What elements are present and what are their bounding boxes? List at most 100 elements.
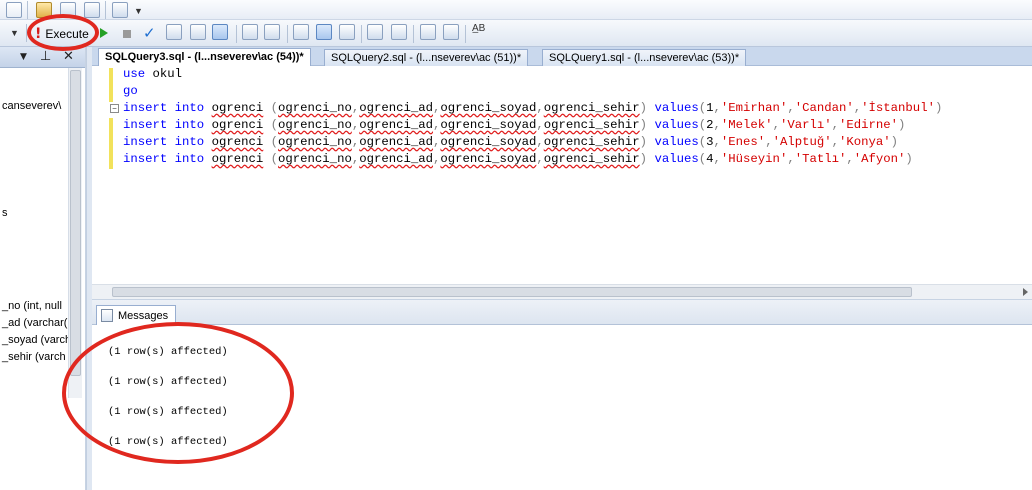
annotation-ring-messages bbox=[62, 322, 294, 464]
standard-toolbar: ▼ bbox=[0, 0, 1032, 20]
pin-icon[interactable]: ⊥ bbox=[40, 49, 51, 64]
keyword: values bbox=[654, 118, 699, 132]
include-actual-plan-icon[interactable] bbox=[242, 24, 258, 40]
increase-indent-icon[interactable] bbox=[443, 24, 459, 40]
query-options-icon[interactable] bbox=[190, 24, 206, 40]
tree-node-column-sehir[interactable]: _sehir (varch bbox=[2, 351, 66, 363]
results-to-grid-icon[interactable] bbox=[316, 24, 332, 40]
code-line: use okul bbox=[123, 66, 182, 83]
activity-monitor-icon[interactable] bbox=[112, 2, 128, 18]
table-name: ogrenci bbox=[211, 101, 264, 115]
column-name: ogrenci_ad bbox=[359, 135, 434, 149]
new-query-icon[interactable] bbox=[6, 2, 22, 18]
modified-lines-bar bbox=[109, 68, 113, 102]
toolbar-separator bbox=[361, 25, 362, 43]
database-dropdown-icon[interactable]: ▼ bbox=[10, 28, 19, 38]
keyword: into bbox=[174, 152, 205, 166]
uncomment-lines-icon[interactable] bbox=[391, 24, 407, 40]
string-literal: 'Konya' bbox=[839, 135, 891, 149]
keyword: insert bbox=[123, 101, 168, 115]
keyword: into bbox=[174, 101, 205, 115]
keyword: go bbox=[123, 84, 138, 98]
tab-sqlquery1[interactable]: SQLQuery1.sql - (l...nseverev\ac (53))* bbox=[542, 49, 747, 66]
toolbar-separator bbox=[465, 25, 466, 43]
intellisense-icon[interactable] bbox=[212, 24, 228, 40]
number-literal: 2 bbox=[706, 118, 714, 132]
specify-template-values-icon[interactable]: A̲B bbox=[472, 23, 485, 34]
code-line: insert into ogrenci (ogrenci_no,ogrenci_… bbox=[123, 101, 943, 115]
scroll-right-icon[interactable] bbox=[1023, 288, 1028, 296]
string-literal: 'Hüseyin' bbox=[720, 152, 788, 166]
table-name: ogrenci bbox=[211, 152, 264, 166]
table-name: ogrenci bbox=[211, 118, 264, 132]
tree-node-server[interactable]: canseverev\ bbox=[2, 100, 61, 112]
decrease-indent-icon[interactable] bbox=[420, 24, 436, 40]
string-literal: 'Varlı' bbox=[779, 118, 832, 132]
client-statistics-icon[interactable] bbox=[264, 24, 280, 40]
parse-check-icon[interactable]: ✓ bbox=[143, 24, 156, 42]
panel-menu-dropdown-icon[interactable]: ▼ bbox=[20, 52, 27, 62]
tab-sqlquery3[interactable]: SQLQuery3.sql - (l...nseverev\ac (54))* bbox=[98, 48, 311, 66]
query-editor[interactable]: − use okul go insert into ogrenci (ogren… bbox=[92, 66, 1032, 286]
number-literal: 3 bbox=[706, 135, 714, 149]
string-literal: 'Enes' bbox=[720, 135, 766, 149]
cancel-query-icon[interactable] bbox=[123, 30, 131, 38]
toolbar-separator bbox=[27, 1, 28, 19]
code-line: insert into ogrenci (ogrenci_no,ogrenci_… bbox=[123, 135, 899, 149]
string-literal: 'Candan' bbox=[794, 101, 854, 115]
keyword: into bbox=[174, 135, 205, 149]
string-literal: 'Tatlı' bbox=[794, 152, 847, 166]
column-name: ogrenci_no bbox=[278, 101, 352, 115]
keyword: use bbox=[123, 67, 146, 81]
column-name: ogrenci_sehir bbox=[543, 101, 640, 115]
editor-horizontal-scrollbar[interactable] bbox=[92, 284, 1032, 299]
table-name: ogrenci bbox=[211, 135, 264, 149]
keyword: insert bbox=[123, 118, 168, 132]
toolbar-separator bbox=[236, 25, 237, 43]
toolbar-separator bbox=[413, 25, 414, 43]
results-to-text-icon[interactable] bbox=[293, 24, 309, 40]
toolbar-options-dropdown-icon[interactable]: ▼ bbox=[134, 6, 143, 16]
keyword: into bbox=[174, 118, 205, 132]
column-name: ogrenci_sehir bbox=[543, 152, 640, 166]
string-literal: 'Afyon' bbox=[853, 152, 906, 166]
results-tabbar: Messages bbox=[92, 300, 1032, 325]
tree-node-column-ad[interactable]: _ad (varchar( bbox=[2, 317, 67, 329]
comment-lines-icon[interactable] bbox=[367, 24, 383, 40]
column-name: ogrenci_no bbox=[278, 118, 352, 132]
string-literal: 'Edirne' bbox=[839, 118, 899, 132]
collapse-region-icon[interactable]: − bbox=[110, 104, 119, 113]
column-name: ogrenci_soyad bbox=[440, 152, 537, 166]
code-line: insert into ogrenci (ogrenci_no,ogrenci_… bbox=[123, 118, 906, 132]
keyword: values bbox=[654, 135, 699, 149]
display-estimated-plan-icon[interactable] bbox=[166, 24, 182, 40]
column-name: ogrenci_no bbox=[278, 152, 352, 166]
column-name: ogrenci_soyad bbox=[440, 101, 537, 115]
debug-play-icon[interactable] bbox=[100, 28, 108, 38]
ssms-window: ▼ ▼ ! Execute ✓ A̲B ▼ ⊥ ✕ canseverev\ s … bbox=[0, 0, 1032, 490]
keyword: insert bbox=[123, 135, 168, 149]
results-to-file-icon[interactable] bbox=[339, 24, 355, 40]
column-name: ogrenci_ad bbox=[359, 118, 434, 132]
code-line: go bbox=[123, 83, 138, 100]
keyword: values bbox=[654, 152, 699, 166]
column-name: ogrenci_ad bbox=[359, 152, 434, 166]
tab-sqlquery2[interactable]: SQLQuery2.sql - (l...nseverev\ac (51))* bbox=[324, 49, 529, 66]
save-all-icon[interactable] bbox=[84, 2, 100, 18]
close-icon[interactable]: ✕ bbox=[63, 49, 74, 64]
tree-node-item[interactable]: s bbox=[2, 207, 8, 219]
modified-lines-bar bbox=[109, 118, 113, 169]
document-tabs: SQLQuery3.sql - (l...nseverev\ac (54))* … bbox=[92, 47, 1032, 66]
column-name: ogrenci_ad bbox=[359, 101, 434, 115]
tree-node-column-no[interactable]: _no (int, null bbox=[2, 300, 62, 312]
scrollbar-thumb[interactable] bbox=[112, 287, 912, 297]
scrollbar-thumb[interactable] bbox=[70, 70, 81, 376]
column-name: ogrenci_no bbox=[278, 135, 352, 149]
object-explorer-scrollbar[interactable] bbox=[68, 68, 82, 398]
messages-icon bbox=[101, 309, 113, 322]
keyword: values bbox=[654, 101, 699, 115]
number-literal: 4 bbox=[706, 152, 714, 166]
keyword: insert bbox=[123, 152, 168, 166]
identifier: okul bbox=[145, 67, 183, 81]
tree-node-column-soyad[interactable]: _soyad (varch bbox=[2, 334, 71, 346]
